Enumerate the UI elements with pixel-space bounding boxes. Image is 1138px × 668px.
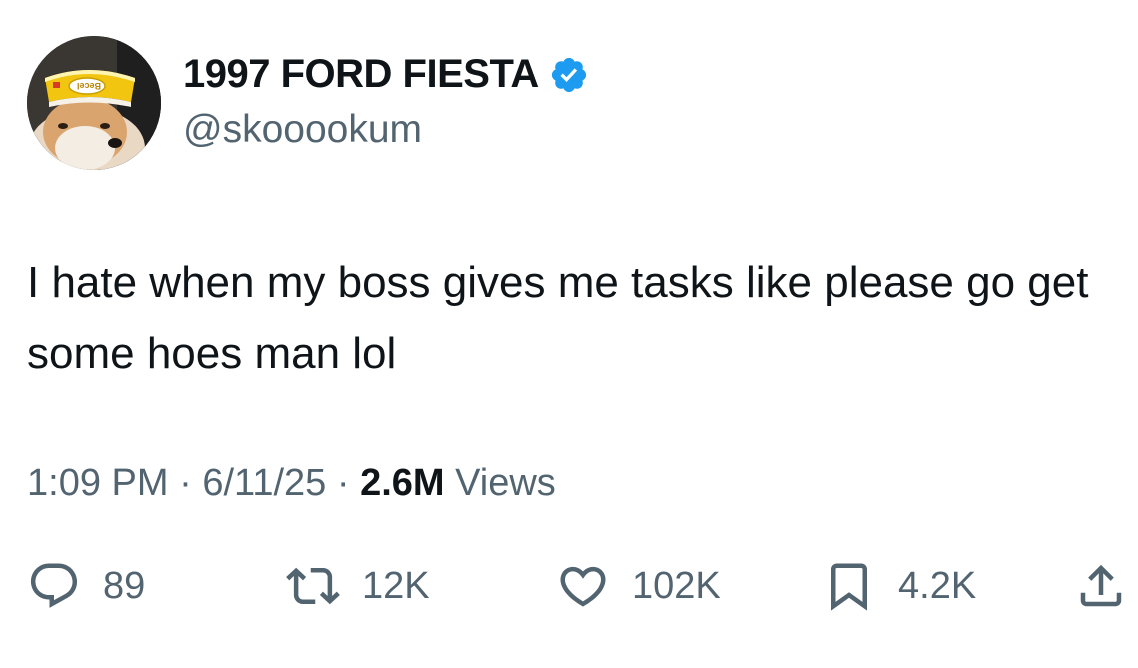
bookmark-count: 4.2K — [898, 564, 977, 607]
heart-icon — [556, 559, 610, 613]
verified-badge-icon — [549, 55, 589, 95]
repost-icon — [286, 559, 340, 613]
like-count: 102K — [632, 564, 721, 607]
tweet-text: I hate when my boss gives me tasks like … — [27, 258, 1089, 378]
share-button[interactable] — [1074, 556, 1128, 616]
bookmark-button[interactable]: 4.2K — [822, 556, 976, 616]
views-count: 2.6M — [360, 462, 445, 504]
avatar-image — [27, 36, 161, 170]
reply-button[interactable]: 89 — [27, 556, 145, 616]
reply-count: 89 — [103, 564, 146, 607]
meta-separator: · — [179, 462, 192, 504]
views-label: Views — [455, 462, 556, 504]
repost-button[interactable]: 12K — [286, 556, 430, 616]
share-icon — [1074, 559, 1128, 613]
meta-separator: · — [336, 462, 350, 504]
like-button[interactable]: 102K — [556, 556, 721, 616]
author-handle[interactable]: @skooookum — [183, 108, 422, 152]
bookmark-icon — [822, 559, 876, 613]
repost-count: 12K — [362, 564, 430, 607]
tweet-meta: 1:09 PM · 6/11/25 · 2.6M Views — [27, 462, 556, 505]
tweet-time[interactable]: 1:09 PM — [27, 462, 169, 504]
avatar-cap-text: Becel — [77, 81, 102, 91]
avatar[interactable]: Becel — [27, 36, 161, 170]
display-name[interactable]: 1997 FORD FIESTA — [183, 52, 539, 97]
reply-icon — [27, 559, 81, 613]
tweet-date[interactable]: 6/11/25 — [202, 462, 326, 504]
author-name-row[interactable]: 1997 FORD FIESTA — [183, 52, 589, 97]
